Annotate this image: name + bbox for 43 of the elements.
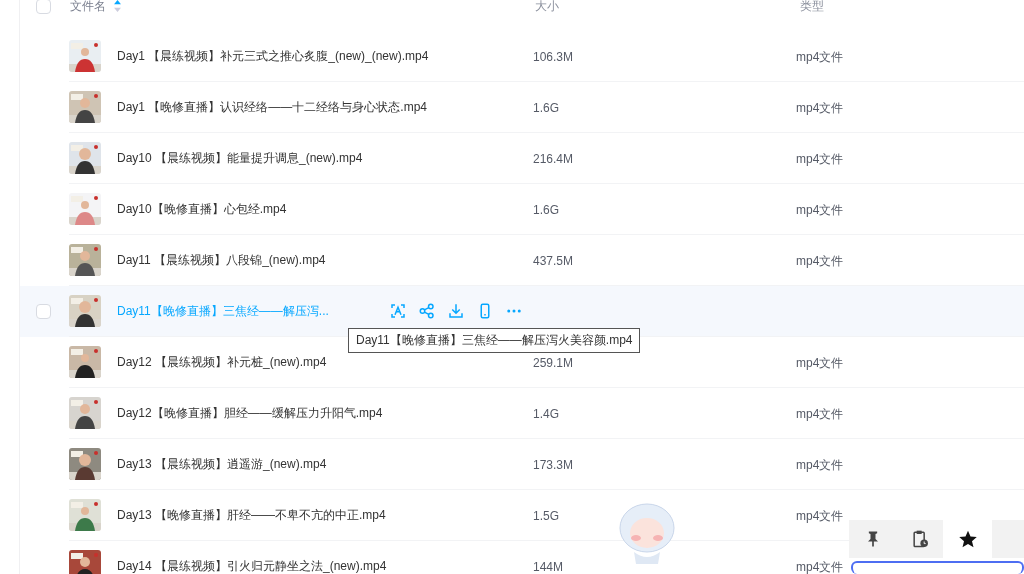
file-name[interactable]: Day12 【晨练视频】补元桩_(new).mp4 [117, 353, 327, 371]
column-header[interactable]: 类型 [800, 0, 824, 15]
column-header[interactable]: 大小 [535, 0, 559, 15]
share-icon[interactable] [418, 302, 436, 320]
file-size: 1.6G [533, 101, 559, 115]
file-name[interactable]: Day11 【晨练视频】八段锦_(new).mp4 [117, 251, 326, 269]
star-icon [957, 529, 978, 549]
input-field[interactable] [851, 561, 1024, 574]
file-size: 216.4M [533, 152, 574, 166]
file-size: 144M [533, 560, 564, 574]
file-type: mp4文件 [796, 202, 844, 217]
file-type: mp4文件 [796, 151, 844, 166]
file-name[interactable]: Day13 【晚修直播】肝经——不卑不亢的中正.mp4 [117, 506, 386, 524]
file-size: 437.5M [533, 254, 574, 268]
file-type: mp4文件 [796, 559, 844, 574]
file-type: mp4文件 [796, 100, 844, 115]
toolbar-button[interactable] [943, 520, 992, 558]
file-type: mp4文件 [796, 49, 844, 64]
file-name[interactable]: Day1 【晨练视频】补元三式之推心炙腹_(new)_(new).mp4 [117, 47, 429, 65]
file-size: 173.3M [533, 458, 574, 472]
checkbox[interactable] [36, 0, 51, 14]
file-type: mp4文件 [796, 355, 844, 370]
file-name[interactable]: Day1 【晚修直播】认识经络——十二经络与身心状态.mp4 [117, 98, 428, 116]
sort-icon[interactable] [114, 0, 121, 12]
file-size: 1.4G [533, 407, 559, 421]
download-icon[interactable] [447, 302, 465, 320]
file-size: 1.5G [533, 509, 559, 523]
file-type: mp4文件 [796, 508, 844, 523]
file-size: 259.1M [533, 356, 574, 370]
file-name[interactable]: Day10 【晨练视频】能量提升调息_(new).mp4 [117, 149, 363, 167]
file-type: mp4文件 [796, 253, 844, 268]
text-scan-icon[interactable] [389, 302, 407, 320]
file-name[interactable]: Day12【晚修直播】胆经——缓解压力升阳气.mp4 [117, 404, 383, 422]
file-name[interactable]: Day10【晚修直播】心包经.mp4 [117, 200, 287, 218]
checkbox[interactable] [36, 304, 51, 319]
file-size: 1.6G [533, 203, 559, 217]
file-size: 106.3M [533, 50, 574, 64]
file-type: mp4文件 [796, 406, 844, 421]
file-name[interactable]: Day13 【晨练视频】逍遥游_(new).mp4 [117, 455, 327, 473]
tooltip: Day11【晚修直播】三焦经——解压泻火美容颜.mp4 [348, 328, 641, 353]
file-name[interactable]: Day14 【晨练视频】引火归元静坐之法_(new).mp4 [117, 557, 387, 574]
column-header[interactable]: 文件名 [70, 0, 106, 15]
file-type: mp4文件 [796, 457, 844, 472]
